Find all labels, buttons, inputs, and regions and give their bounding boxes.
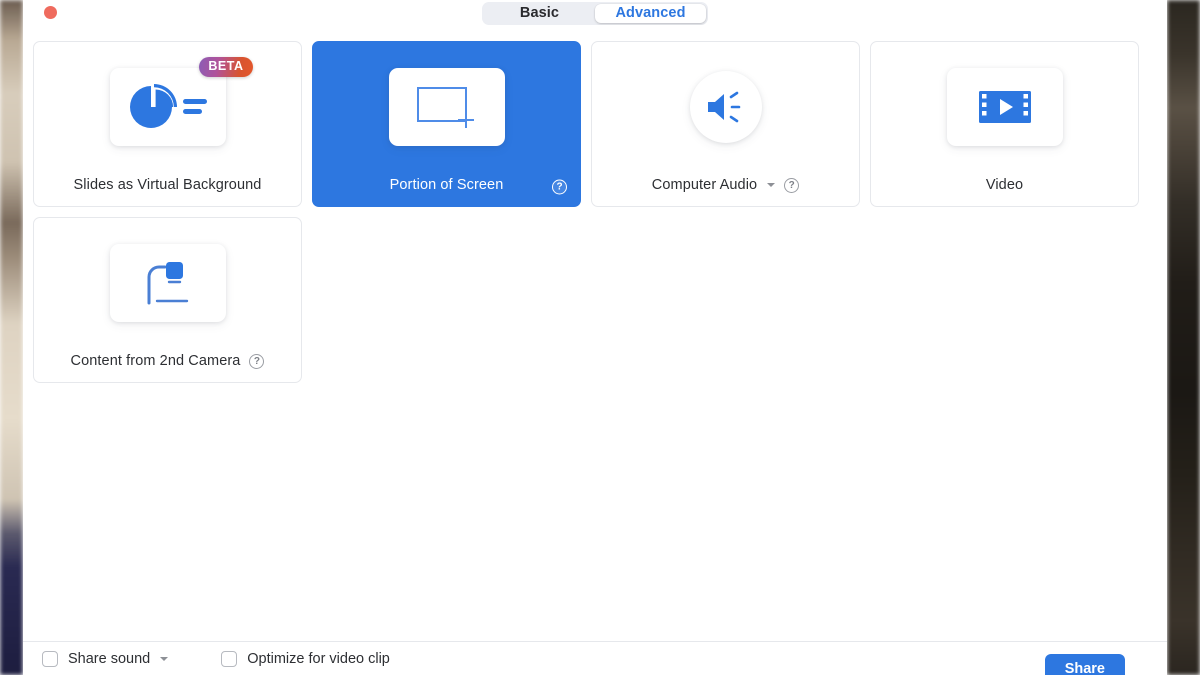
desktop-background-left [0, 0, 23, 675]
share-options-area: BETA Slides as Virtual Background Portio… [23, 25, 1167, 641]
share-sound-label: Share sound [68, 650, 151, 667]
share-sound-chevron-down-icon[interactable] [160, 656, 169, 661]
share-option-slides-as-virtual-background[interactable]: BETA Slides as Virtual Background [33, 41, 302, 207]
card-label-row: Slides as Virtual Background [34, 168, 301, 206]
share-option-portion-of-screen[interactable]: Portion of Screen ? [312, 41, 581, 207]
share-screen-dialog: Basic Advanced BETA Slides as Virtual Ba… [23, 0, 1167, 675]
tab-advanced[interactable]: Advanced [595, 3, 706, 23]
share-option-label: Computer Audio [651, 177, 758, 193]
share-option-label: Slides as Virtual Background [73, 177, 262, 193]
speaker-icon [707, 91, 740, 123]
share-option-computer-audio[interactable]: Computer Audio ? [591, 41, 860, 207]
dialog-titlebar: Basic Advanced [23, 0, 1167, 25]
share-sound-row: Share sound [42, 650, 169, 667]
dialog-footer: Share sound Optimize for video clip Shar… [23, 641, 1167, 675]
card-label-row: Computer Audio ? [592, 168, 859, 206]
share-button[interactable]: Share [1044, 654, 1125, 675]
icon-area [34, 218, 301, 344]
icon-tile [109, 68, 226, 146]
icon-area [313, 42, 580, 168]
chevron-down-icon[interactable] [767, 183, 776, 187]
document-camera-icon [147, 262, 188, 305]
icon-area: BETA [34, 42, 301, 168]
pie-chart-slides-icon [129, 84, 207, 128]
beta-badge: BETA [199, 57, 253, 77]
tab-basic[interactable]: Basic [484, 4, 595, 23]
desktop-background-right [1167, 0, 1200, 675]
share-option-label: Video [985, 177, 1024, 193]
icon-tile-holder: BETA [109, 57, 253, 146]
share-sound-checkbox[interactable] [42, 650, 58, 667]
card-label-row: Content from 2nd Camera ? [34, 344, 301, 382]
icon-area [871, 42, 1138, 168]
icon-tile [946, 68, 1063, 146]
share-option-label: Content from 2nd Camera [70, 353, 241, 369]
optimize-video-checkbox[interactable] [221, 650, 238, 667]
icon-tile [109, 244, 226, 322]
optimize-video-label: Optimize for video clip [247, 650, 390, 667]
close-window-button[interactable] [44, 6, 57, 19]
help-icon[interactable]: ? [784, 177, 800, 193]
share-option-content-from-2nd-camera[interactable]: Content from 2nd Camera ? [33, 217, 302, 383]
screen-region-icon [416, 87, 474, 128]
help-icon[interactable]: ? [249, 353, 265, 369]
help-icon[interactable]: ? [552, 179, 567, 195]
icon-area [592, 42, 859, 168]
icon-tile [388, 68, 505, 146]
share-option-video[interactable]: Video [870, 41, 1139, 207]
card-label-row: Video [871, 168, 1138, 206]
share-options-grid: BETA Slides as Virtual Background Portio… [33, 41, 1157, 383]
optimize-video-row: Optimize for video clip [221, 650, 390, 667]
tab-switcher: Basic Advanced [482, 1, 708, 25]
card-label-row: Portion of Screen ? [313, 168, 580, 206]
share-option-label: Portion of Screen [389, 177, 504, 193]
film-strip-icon [978, 91, 1031, 123]
icon-tile [689, 71, 762, 143]
